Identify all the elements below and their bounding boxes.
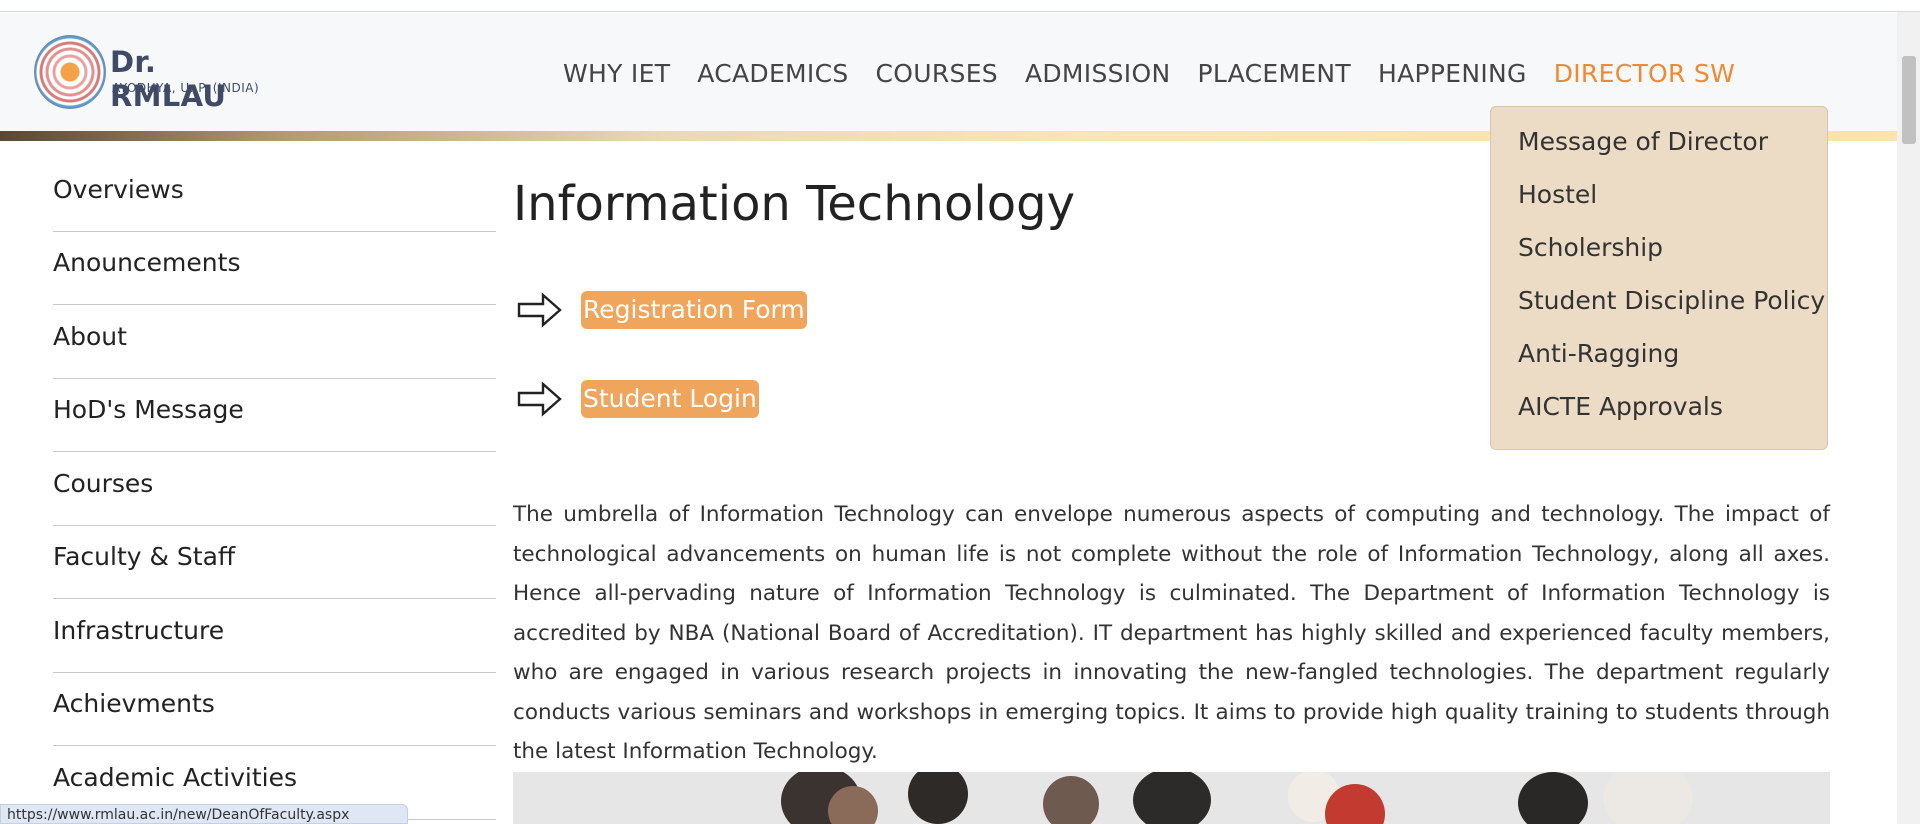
dropdown-item-aicte-approvals[interactable]: AICTE Approvals — [1491, 392, 1827, 445]
page-scrollbar[interactable] — [1897, 12, 1920, 824]
nav-why-iet[interactable]: WHY IET — [563, 59, 670, 88]
dropdown-item-message-of-director[interactable]: Message of Director — [1491, 127, 1827, 180]
dropdown-item-scholarship[interactable]: Scholership — [1491, 233, 1827, 286]
right-arrow-icon — [517, 381, 562, 417]
sidebar-item-label: Courses — [53, 468, 154, 498]
registration-link-row: Registration Form — [517, 290, 807, 330]
page-title: Information Technology — [513, 176, 1075, 232]
student-login-link-row: Student Login — [517, 379, 759, 419]
dropdown-item-anti-ragging[interactable]: Anti-Ragging — [1491, 339, 1827, 392]
site-logo[interactable]: Dr. RMLAU AYODHYA, U. P. (INDIA) — [34, 35, 274, 113]
main-nav: WHY IET ACADEMICS COURSES ADMISSION PLAC… — [563, 59, 1735, 88]
department-photo — [513, 772, 1830, 824]
registration-form-button[interactable]: Registration Form — [581, 291, 807, 329]
sidebar-item-label: Overviews — [53, 174, 184, 204]
dropdown-item-discipline-policy[interactable]: Student Discipline Policy — [1491, 286, 1827, 339]
department-sidebar: Overviews Anouncements About HoD's Messa… — [53, 158, 496, 820]
photo-figure — [1043, 776, 1099, 824]
scrollbar-thumb[interactable] — [1902, 56, 1916, 144]
status-bar-url: https://www.rmlau.ac.in/new/DeanOfFacult… — [0, 804, 408, 824]
sidebar-item-label: Infrastructure — [53, 615, 225, 645]
department-description: The umbrella of Information Technology c… — [513, 502, 1830, 764]
sidebar-item-label: Faculty & Staff — [53, 542, 236, 572]
right-arrow-icon — [517, 292, 562, 328]
nav-courses[interactable]: COURSES — [876, 59, 998, 88]
nav-admission[interactable]: ADMISSION — [1025, 59, 1171, 88]
sidebar-item-label: Anouncements — [53, 248, 241, 278]
logo-title: Dr. RMLAU — [110, 45, 227, 113]
photo-figure — [908, 772, 968, 824]
sidebar-item-announcements[interactable]: Anouncements — [53, 232, 496, 305]
sidebar-item-faculty-staff[interactable]: Faculty & Staff — [53, 526, 496, 599]
sidebar-item-about[interactable]: About — [53, 305, 496, 379]
director-sw-dropdown: Message of Director Hostel Scholership S… — [1490, 106, 1828, 450]
photo-figure — [1518, 772, 1588, 824]
nav-placement[interactable]: PLACEMENT — [1197, 59, 1351, 88]
photo-figure — [1603, 772, 1693, 824]
dropdown-item-hostel[interactable]: Hostel — [1491, 180, 1827, 233]
sidebar-item-label: Academic Activities — [53, 762, 298, 792]
sidebar-item-hod-message[interactable]: HoD's Message — [53, 379, 496, 452]
sidebar-item-label: Achievments — [53, 689, 215, 719]
photo-figure — [1133, 772, 1211, 824]
sidebar-item-achievements[interactable]: Achievments — [53, 673, 496, 746]
nav-academics[interactable]: ACADEMICS — [697, 59, 848, 88]
logo-subtitle: AYODHYA, U. P. (INDIA) — [112, 81, 260, 95]
photo-figure — [828, 786, 878, 824]
sidebar-item-overviews[interactable]: Overviews — [53, 158, 496, 232]
nav-director-sw[interactable]: DIRECTOR SW — [1554, 59, 1735, 88]
university-seal-icon — [34, 35, 106, 109]
browser-top-edge — [0, 0, 1920, 12]
sidebar-item-infrastructure[interactable]: Infrastructure — [53, 599, 496, 673]
sidebar-item-label: HoD's Message — [53, 395, 244, 425]
student-login-button[interactable]: Student Login — [581, 380, 759, 418]
sidebar-item-courses[interactable]: Courses — [53, 452, 496, 526]
sidebar-item-label: About — [53, 321, 127, 351]
nav-happening[interactable]: HAPPENING — [1378, 59, 1527, 88]
